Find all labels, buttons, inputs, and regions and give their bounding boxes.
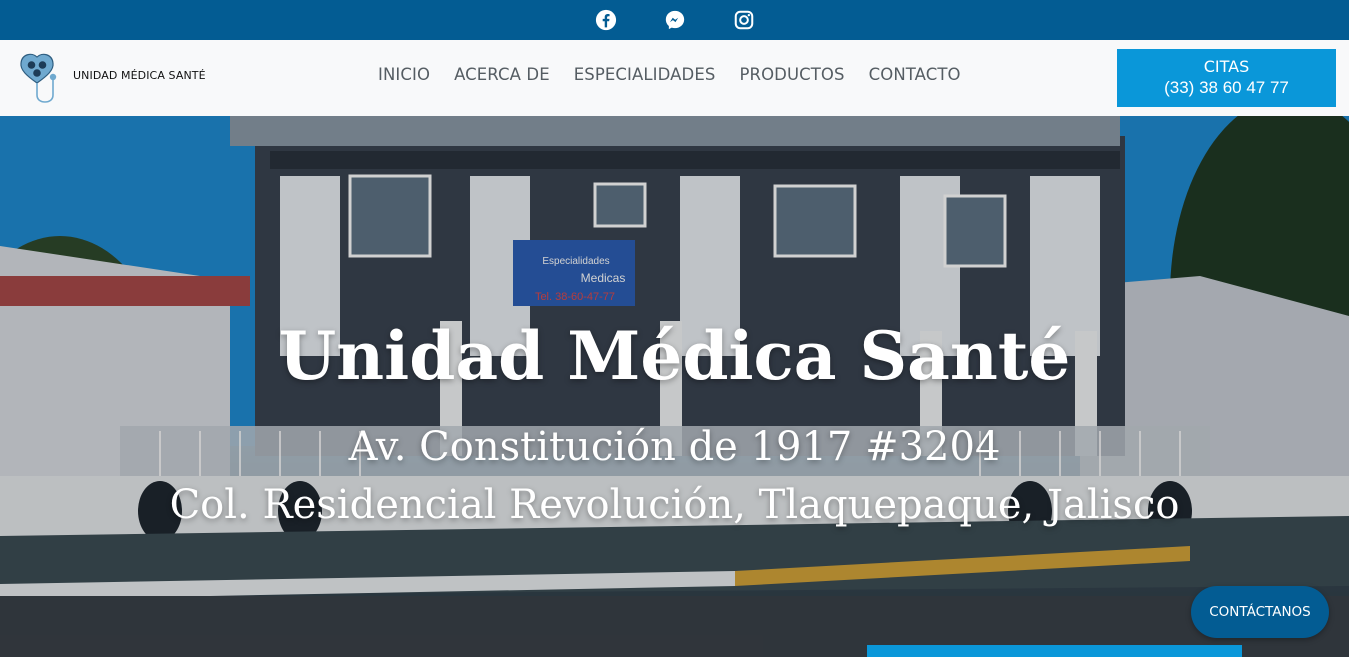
nav-inicio[interactable]: INICIO: [378, 65, 430, 84]
citas-button[interactable]: CITAS (33) 38 60 47 77: [1117, 49, 1336, 107]
site-header: UNIDAD MÉDICA SANTÉ INICIO ACERCA DE ESP…: [0, 40, 1349, 116]
facebook-icon[interactable]: [595, 9, 617, 31]
hero-title: Unidad Médica Santé: [278, 317, 1071, 395]
nav-especialidades[interactable]: ESPECIALIDADES: [574, 65, 716, 84]
contactanos-button[interactable]: CONTÁCTANOS: [1191, 586, 1329, 638]
nav-contacto[interactable]: CONTACTO: [869, 65, 961, 84]
social-bar: [0, 0, 1349, 40]
instagram-icon[interactable]: [733, 9, 755, 31]
logo[interactable]: UNIDAD MÉDICA SANTÉ: [16, 50, 206, 106]
hero-address-line1: Av. Constitución de 1917 #3204: [348, 424, 1001, 470]
hero-section: Especialidades Medicas Tel. 38-60-47-77: [0, 116, 1349, 657]
hero-address-line2: Col. Residencial Revolución, Tlaquepaque…: [169, 482, 1180, 528]
nav-productos[interactable]: PRODUCTOS: [739, 65, 844, 84]
main-nav: INICIO ACERCA DE ESPECIALIDADES PRODUCTO…: [378, 65, 961, 84]
messenger-icon[interactable]: [664, 9, 686, 31]
stethoscope-heart-icon: [20, 53, 57, 103]
bottom-accent-strip: [867, 645, 1242, 657]
citas-phone: (33) 38 60 47 77: [1164, 78, 1289, 97]
logo-text: UNIDAD MÉDICA SANTÉ: [73, 68, 206, 82]
citas-label: CITAS: [1203, 57, 1250, 76]
nav-acerca-de[interactable]: ACERCA DE: [454, 65, 550, 84]
